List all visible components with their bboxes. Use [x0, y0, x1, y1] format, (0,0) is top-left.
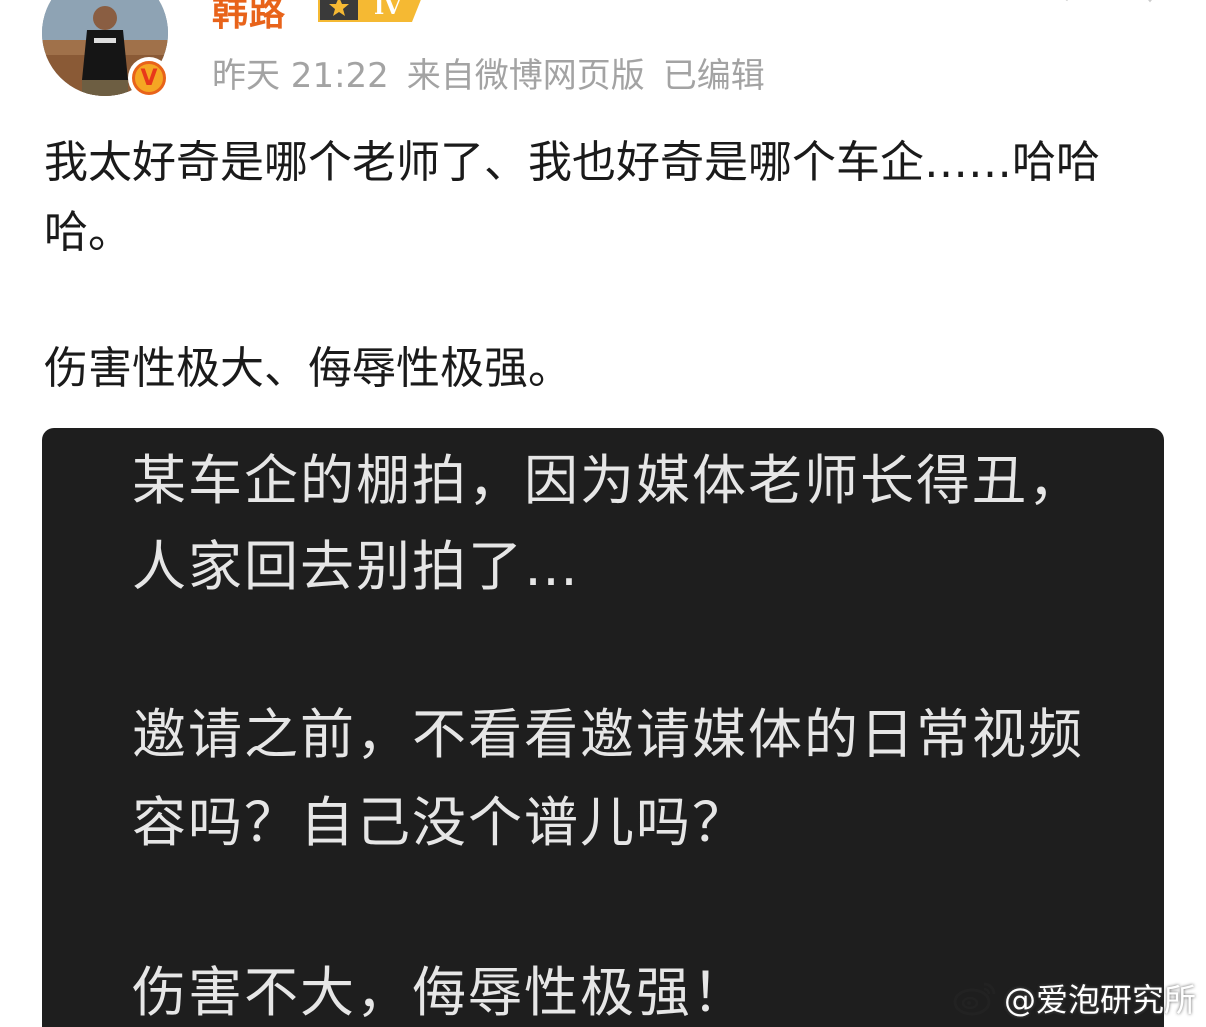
embedded-text-line2: 人家回去别拍了…: [132, 535, 580, 598]
weibo-post: V 韩路 IV 昨天 21:22 来自微博网页版 已编辑 我太好奇是哪个老师了、我也…: [0, 0, 1206, 1027]
post-meta: 昨天 21:22 来自微博网页版 已编辑: [212, 48, 783, 97]
verified-icon: V: [132, 61, 166, 95]
username[interactable]: 韩路: [212, 0, 286, 36]
embedded-text-line5: 伤害不大，侮辱性极强！: [132, 961, 748, 1024]
embedded-text-line4: 容吗？自己没个谱儿吗？: [132, 791, 748, 854]
verified-badge: V: [128, 57, 170, 99]
level-text: IV: [374, 0, 402, 20]
post-source: 来自微博网页版: [406, 56, 645, 96]
level-badge-icon: IV: [318, 0, 421, 22]
post-body-line2: 伤害性极大、侮辱性极强。: [44, 343, 572, 394]
post-time[interactable]: 昨天 21:22: [212, 56, 389, 96]
weibo-logo-icon: [953, 982, 996, 1016]
edited-label[interactable]: 已编辑: [663, 56, 765, 96]
post-body-line1: 我太好奇是哪个老师了、我也好奇是哪个车企……哈哈哈。: [44, 137, 1100, 258]
watermark: @爱泡研究所: [952, 975, 1196, 1021]
embedded-image[interactable]: 某车企的棚拍，因为媒体老师长得丑， 人家回去别拍了… 邀请之前，不看看邀请媒体的…: [42, 428, 1164, 1027]
embedded-text-line1: 某车企的棚拍，因为媒体老师长得丑，: [132, 449, 1084, 512]
top-actions-icon[interactable]: [1046, 0, 1166, 10]
embedded-text-line3: 邀请之前，不看看邀请媒体的日常视频: [132, 703, 1084, 766]
watermark-text: @爱泡研究所: [1003, 981, 1196, 1019]
